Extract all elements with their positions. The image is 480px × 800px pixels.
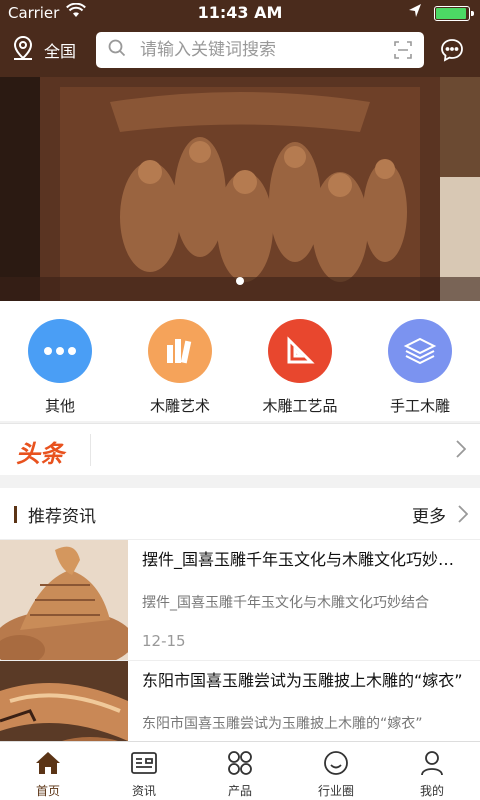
news-item[interactable]: 东阳市国喜玉雕尝试为玉雕披上木雕的“嫁衣” 东阳市国喜玉雕尝试为玉雕披上木雕的“… bbox=[0, 661, 480, 741]
more-link[interactable]: 更多 bbox=[412, 502, 446, 527]
message-icon[interactable] bbox=[440, 38, 464, 66]
category-label: 手工木雕 bbox=[389, 397, 450, 415]
tab-products[interactable]: 产品 bbox=[192, 742, 288, 800]
tab-label: 首页 bbox=[35, 784, 60, 798]
chevron-right-icon[interactable] bbox=[458, 505, 469, 527]
section-accent-bar bbox=[14, 506, 17, 523]
search-input[interactable] bbox=[140, 40, 380, 60]
top-bar: Carrier 11:43 AM 全国 bbox=[0, 0, 480, 77]
headline-tag: 头条 bbox=[16, 440, 64, 468]
layers-icon bbox=[388, 319, 452, 383]
tab-label: 行业圈 bbox=[317, 784, 354, 798]
more-dots-icon bbox=[28, 319, 92, 383]
tab-news[interactable]: 资讯 bbox=[96, 742, 192, 800]
category-handmade-carving[interactable]: 手工木雕 bbox=[360, 301, 480, 421]
tab-industry-circle[interactable]: 行业圈 bbox=[288, 742, 384, 800]
section-title: 推荐资讯 bbox=[28, 507, 96, 527]
carousel-dot bbox=[236, 277, 244, 285]
chevron-right-icon[interactable] bbox=[456, 440, 467, 462]
category-woodcarving-crafts[interactable]: 木雕工艺品 bbox=[240, 301, 360, 421]
person-icon bbox=[418, 750, 446, 780]
headline-ticker[interactable]: 头条 bbox=[0, 423, 480, 475]
tab-label: 产品 bbox=[227, 784, 252, 798]
home-icon bbox=[34, 750, 62, 780]
location-selector[interactable]: 全国 bbox=[12, 35, 77, 65]
carousel-indicator bbox=[0, 270, 480, 289]
category-label: 木雕工艺品 bbox=[262, 397, 338, 415]
news-summary: 东阳市国喜玉雕尝试为玉雕披上木雕的“嫁衣” bbox=[142, 716, 423, 732]
triangle-ruler-icon bbox=[268, 319, 332, 383]
banner-image bbox=[0, 77, 480, 301]
smile-icon bbox=[322, 750, 350, 780]
search-bar[interactable] bbox=[96, 32, 424, 68]
news-thumbnail bbox=[0, 661, 128, 741]
bottom-tab-bar: 首页 资讯 产品 行业圈 我的 bbox=[0, 741, 480, 800]
grid-icon bbox=[226, 750, 254, 780]
location-pin-icon bbox=[12, 35, 34, 65]
category-woodcarving-art[interactable]: 木雕艺术 bbox=[120, 301, 240, 421]
category-menu: 其他 木雕艺术 木雕工艺品 手工木雕 bbox=[0, 301, 480, 421]
tab-label: 我的 bbox=[419, 784, 444, 798]
search-icon bbox=[108, 39, 126, 61]
divider bbox=[90, 434, 91, 466]
news-summary: 摆件_国喜玉雕千年玉文化与木雕文化巧妙结合 bbox=[142, 595, 429, 611]
news-title: 东阳市国喜玉雕尝试为玉雕披上木雕的“嫁衣” bbox=[142, 671, 463, 690]
category-label: 其他 bbox=[44, 397, 75, 415]
tab-profile[interactable]: 我的 bbox=[384, 742, 480, 800]
news-date: 12-15 bbox=[142, 632, 186, 650]
books-icon bbox=[148, 319, 212, 383]
news-title: 摆件_国喜玉雕千年玉文化与木雕文化巧妙结合 bbox=[142, 550, 468, 569]
news-thumbnail bbox=[0, 540, 128, 660]
tab-label: 资讯 bbox=[131, 784, 156, 798]
location-label: 全国 bbox=[44, 42, 77, 61]
location-arrow-icon bbox=[408, 3, 422, 23]
news-icon bbox=[130, 750, 158, 780]
scan-icon[interactable] bbox=[394, 41, 412, 63]
news-item[interactable]: 摆件_国喜玉雕千年玉文化与木雕文化巧妙结合 摆件_国喜玉雕千年玉文化与木雕文化巧… bbox=[0, 540, 480, 661]
banner-carousel[interactable] bbox=[0, 77, 480, 301]
battery-icon bbox=[434, 6, 474, 21]
recommend-section-header: 推荐资讯 更多 bbox=[0, 488, 480, 540]
category-label: 木雕艺术 bbox=[149, 397, 210, 415]
category-other[interactable]: 其他 bbox=[0, 301, 120, 421]
tab-home[interactable]: 首页 bbox=[0, 742, 96, 800]
status-bar: Carrier 11:43 AM bbox=[0, 0, 480, 26]
